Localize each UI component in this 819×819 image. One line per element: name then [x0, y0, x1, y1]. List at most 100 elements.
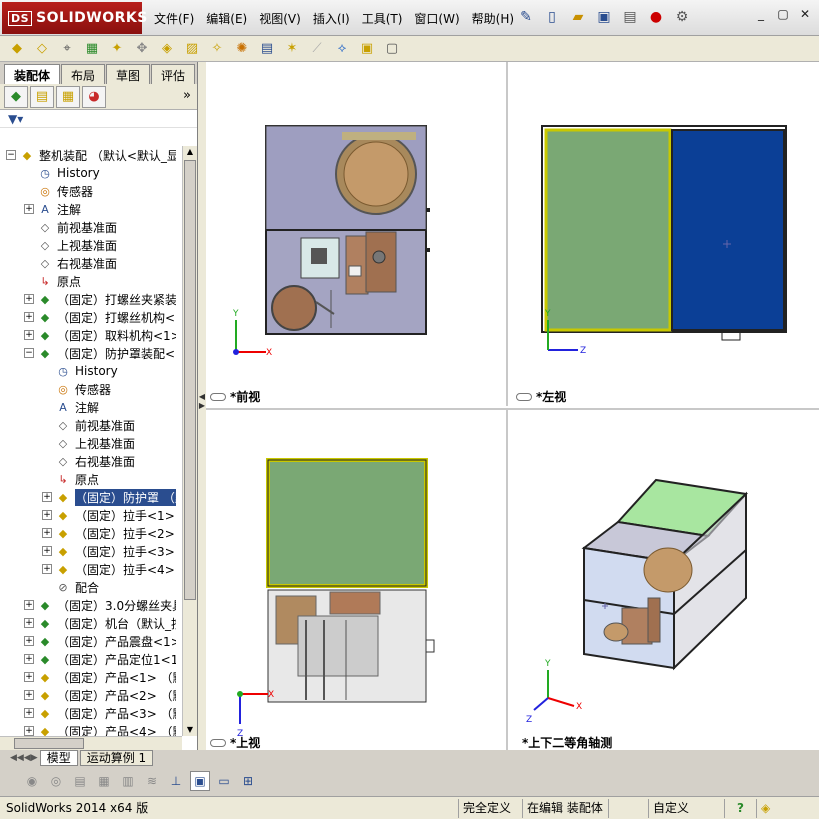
expand-icon[interactable]: +	[42, 546, 52, 556]
hidden-lines-icon[interactable]: ▤	[70, 771, 90, 791]
display-manager-icon[interactable]: ◕	[82, 85, 106, 108]
viewport-left[interactable]: Z Y *左视	[506, 62, 819, 406]
collapse-icon[interactable]: −	[6, 150, 16, 160]
tree-item[interactable]: + ◆ （固定）拉手<2> （默认	[42, 524, 176, 542]
tree-item[interactable]: ↳ 原点	[42, 470, 99, 488]
expand-icon[interactable]: +	[24, 690, 34, 700]
solidworks-logo[interactable]: DS SOLIDWORKS	[2, 2, 147, 34]
new-motion-study-icon[interactable]: ✺	[231, 39, 253, 59]
tree-item[interactable]: + ◆ （固定）产品<1> （默认<显	[24, 668, 176, 686]
expand-icon[interactable]: +	[24, 636, 34, 646]
collapse-icon[interactable]: −	[24, 348, 34, 358]
insert-component-icon[interactable]: ◆	[6, 39, 28, 59]
expand-icon[interactable]: +	[24, 708, 34, 718]
tree-item[interactable]: + ◆ （固定）拉手<1> （默认	[42, 506, 176, 524]
expand-icon[interactable]: +	[24, 672, 34, 682]
tree-item[interactable]: + ◆ （固定）机台（默认_按加工	[24, 614, 176, 632]
tree-item[interactable]: + ◆ （固定）产品<2> （默认<显	[24, 686, 176, 704]
minimize-icon[interactable]: _	[753, 6, 769, 22]
close-icon[interactable]: ✕	[797, 6, 813, 22]
tree-item[interactable]: ◇ 右视基准面	[24, 254, 117, 272]
menu-edit[interactable]: 编辑(E)	[200, 9, 253, 28]
hscroll-thumb[interactable]	[14, 738, 84, 749]
tree-item[interactable]: + ◆ （固定）防护罩 （默认 <<	[42, 488, 176, 506]
bill-of-materials-icon[interactable]: ▤	[256, 39, 278, 59]
tree-item[interactable]: + ◆ （固定）3.0分螺丝夹具部	[24, 596, 176, 614]
tab-scroll-icon[interactable]: ◀◀◀▶	[10, 753, 38, 763]
tab-assembly[interactable]: 装配体	[4, 64, 61, 84]
menu-tools[interactable]: 工具(T)	[356, 9, 409, 28]
expand-icon[interactable]: +	[24, 654, 34, 664]
explode-line-icon[interactable]: ⟋	[306, 39, 328, 59]
tab-layout[interactable]: 布局	[61, 64, 106, 84]
filter-icon[interactable]: ▼▾	[8, 112, 23, 126]
tree-item[interactable]: ◇ 前视基准面	[24, 218, 117, 236]
expand-icon[interactable]: +	[42, 564, 52, 574]
expand-icon[interactable]: +	[24, 726, 34, 736]
tree-item[interactable]: ↳ 原点	[24, 272, 81, 290]
expand-icon[interactable]: +	[24, 312, 34, 322]
tree-item[interactable]: ⊘ 配合	[42, 578, 99, 596]
curvature-icon[interactable]: ≋	[142, 771, 162, 791]
move-component-icon[interactable]: ✥	[131, 39, 153, 59]
open-folder-icon[interactable]: ▰	[567, 6, 589, 28]
exploded-view-icon[interactable]: ✶	[281, 39, 303, 59]
viewport-isometric[interactable]: Y X Z *上下二等角轴测	[506, 408, 819, 750]
save-icon[interactable]: ▣	[593, 6, 615, 28]
configuration-manager-icon[interactable]: ▦	[56, 85, 80, 108]
tree-item[interactable]: ◷ History	[42, 362, 118, 380]
expand-icon[interactable]: +	[24, 330, 34, 340]
link-views-icon[interactable]	[516, 392, 532, 401]
graphics-area[interactable]: ⊕ ⊞ ↶ ▥ ❒▾ ◱▾ ∞▾ ◕ ✿▾ ▣▾ ◧ ◨ ❐ ✕ ⌂ ▥ ▰ ▦…	[206, 62, 819, 750]
menu-file[interactable]: 文件(F)	[148, 9, 200, 28]
viewport-front[interactable]: X Y *前视	[206, 62, 506, 406]
tree-item[interactable]: ◇ 上视基准面	[42, 434, 135, 452]
menu-view[interactable]: 视图(V)	[253, 9, 307, 28]
tree-item[interactable]: −◆ 整机装配 （默认<默认_显示状	[6, 146, 176, 164]
new-document-icon[interactable]: ▯	[541, 6, 563, 28]
tree-item[interactable]: ◇ 右视基准面	[42, 452, 135, 470]
print-icon[interactable]: ▤	[619, 6, 641, 28]
tree-item[interactable]: A 注解	[42, 398, 99, 416]
expand-icon[interactable]: +	[24, 618, 34, 628]
scroll-down-icon[interactable]: ▼	[184, 724, 196, 736]
collapse-pane-icon[interactable]: ◀ ▶	[198, 392, 206, 422]
more-tabs-icon[interactable]: »	[183, 88, 191, 103]
scroll-thumb[interactable]	[184, 160, 196, 600]
wireframe-icon[interactable]: ◎	[46, 771, 66, 791]
smart-fasteners-icon[interactable]: ✦	[106, 39, 128, 59]
tree-horizontal-scrollbar[interactable]	[0, 736, 182, 750]
expand-icon[interactable]: +	[42, 528, 52, 538]
mate-icon[interactable]: ⌖	[56, 39, 78, 59]
tree-item[interactable]: ◎ 传感器	[24, 182, 93, 200]
take-snapshot-icon[interactable]: ▢	[381, 39, 403, 59]
shaded-view-icon[interactable]: ▣	[190, 771, 210, 791]
linear-pattern-icon[interactable]: ▦	[81, 39, 103, 59]
perspective-icon[interactable]: ▦	[94, 771, 114, 791]
tree-item[interactable]: + ◆ （固定）产品定位1<1> （默	[24, 650, 176, 668]
tree-item[interactable]: + ◆ （固定）产品<3> （默认<显	[24, 704, 176, 722]
tree-item[interactable]: ◇ 前视基准面	[42, 416, 135, 434]
pane-splitter[interactable]: ◀ ▶	[198, 62, 206, 750]
menu-insert[interactable]: 插入(I)	[307, 9, 356, 28]
tree-vertical-scrollbar[interactable]: ▲ ▼	[182, 146, 197, 736]
help-icon[interactable]: ?	[724, 798, 756, 818]
single-view-icon[interactable]: ▭	[214, 771, 234, 791]
tree-item[interactable]: + ◆ （固定）拉手<4> （默认	[42, 560, 176, 578]
tree-item[interactable]: + ◆ （固定）打螺丝机构<1> （	[24, 308, 176, 326]
scroll-up-icon[interactable]: ▲	[184, 146, 196, 158]
tab-model[interactable]: 模型	[39, 750, 78, 766]
tree-item[interactable]: + ◆ （固定）产品震盘<1> （默认	[24, 632, 176, 650]
tree-item[interactable]: + A 注解	[24, 200, 81, 218]
section-icon[interactable]: ▥	[118, 771, 138, 791]
tree-item[interactable]: ◷ History	[24, 164, 100, 182]
show-hidden-icon[interactable]: ◈	[156, 39, 178, 59]
four-view-icon[interactable]: ⊞	[238, 771, 258, 791]
expand-icon[interactable]: +	[24, 204, 34, 214]
new-part-icon[interactable]: ◇	[31, 39, 53, 59]
expand-icon[interactable]: +	[42, 492, 52, 502]
feature-manager-icon[interactable]: ◆	[4, 85, 28, 108]
tab-motion-study[interactable]: 运动算例 1	[79, 750, 154, 766]
tree-item[interactable]: + ◆ （固定）取料机构<1> （默认	[24, 326, 176, 344]
link-views-icon[interactable]	[210, 392, 226, 401]
